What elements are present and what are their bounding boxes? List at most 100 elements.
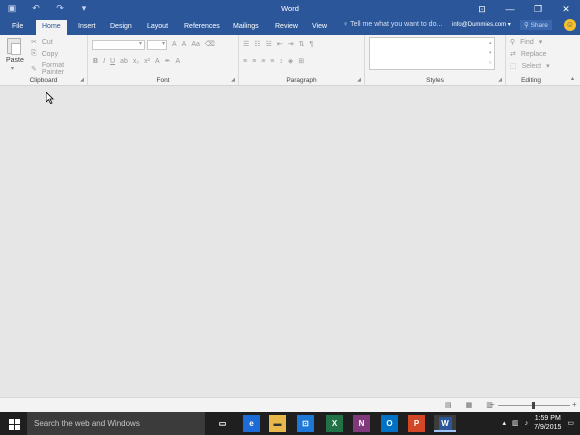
tab-layout[interactable]: Layout xyxy=(141,20,174,35)
copy-button[interactable]: ⎘ Copy xyxy=(31,50,58,58)
excel-icon[interactable]: X xyxy=(326,415,343,432)
clock-time: 1:59 PM xyxy=(534,415,561,422)
paste-button[interactable]: Paste xyxy=(6,57,24,64)
paste-icon[interactable] xyxy=(7,38,21,55)
subscript-icon[interactable]: x₂ xyxy=(133,58,139,65)
styles-gallery[interactable] xyxy=(369,37,495,70)
justify-icon[interactable]: ≡ xyxy=(270,58,274,65)
shading-icon[interactable]: ◈ xyxy=(288,57,293,65)
font-launcher-icon[interactable]: ◢ xyxy=(231,77,235,83)
styles-launcher-icon[interactable]: ◢ xyxy=(498,77,502,83)
clipboard-launcher-icon[interactable]: ◢ xyxy=(80,77,84,83)
tab-review[interactable]: Review xyxy=(269,20,304,35)
decrease-indent-icon[interactable]: ⇤ xyxy=(277,40,283,48)
zoom-in-icon[interactable]: + xyxy=(572,400,577,409)
tab-design[interactable]: Design xyxy=(104,20,138,35)
close-button[interactable]: ✕ xyxy=(552,0,580,18)
grow-font-icon[interactable]: A xyxy=(172,41,177,48)
font-color-icon[interactable]: A xyxy=(175,58,180,65)
paragraph-launcher-icon[interactable]: ◢ xyxy=(357,77,361,83)
tell-me-box[interactable]: ♀ Tell me what you want to do... xyxy=(343,21,442,28)
document-area[interactable] xyxy=(0,86,580,397)
line-spacing-icon[interactable]: ↕ xyxy=(279,58,283,65)
numbering-icon[interactable]: ☷ xyxy=(254,40,260,48)
paste-dropdown-icon[interactable]: ▾ xyxy=(11,65,14,72)
show-hide-icon[interactable]: ¶ xyxy=(309,41,313,48)
borders-icon[interactable]: ⊞ xyxy=(298,57,304,65)
tab-view[interactable]: View xyxy=(306,20,333,35)
minimize-button[interactable]: — xyxy=(496,0,524,18)
select-dropdown-icon: ▾ xyxy=(546,63,550,70)
ribbon-display-options-icon[interactable]: ⊡ xyxy=(468,0,496,18)
select-button[interactable]: ⬚ Select ▾ xyxy=(510,62,550,71)
read-mode-icon[interactable]: ▤ xyxy=(445,401,452,409)
bold-button[interactable]: B xyxy=(93,58,98,65)
highlight-icon[interactable]: ✒ xyxy=(165,57,171,65)
tab-references[interactable]: References xyxy=(178,20,226,35)
taskbar-search-box[interactable]: Search the web and Windows xyxy=(27,412,205,435)
change-case-icon[interactable]: Aa xyxy=(191,41,200,48)
sort-icon[interactable]: ⇅ xyxy=(299,40,305,48)
share-button[interactable]: ⚲ Share xyxy=(520,20,552,30)
tab-mailings[interactable]: Mailings xyxy=(227,20,265,35)
feedback-smiley-icon[interactable]: ☺ xyxy=(564,19,576,31)
group-paragraph: ☰ ☷ ☱ ⇤ ⇥ ⇅ ¶ ≡ ≡ ≡ ≡ ↕ ◈ ⊞ Paragraph ◢ xyxy=(239,35,365,86)
zoom-slider-thumb[interactable] xyxy=(532,402,535,409)
find-button[interactable]: ⚲ Find ▾ xyxy=(510,38,542,47)
account-name[interactable]: info@Dummies.com ▾ xyxy=(452,21,511,28)
onenote-icon[interactable]: N xyxy=(353,415,370,432)
select-label: Select xyxy=(521,62,542,70)
task-view-icon[interactable]: ▭ xyxy=(214,415,231,432)
show-hidden-icons-icon[interactable]: ▴ xyxy=(502,419,506,427)
paragraph-label: Paragraph xyxy=(286,77,317,84)
clock[interactable]: 1:59 PM 7/9/2015 xyxy=(534,414,561,432)
italic-button[interactable]: I xyxy=(103,58,105,65)
cut-button[interactable]: ✂ Cut xyxy=(31,38,53,47)
font-name-dropdown-icon[interactable]: ▾ xyxy=(139,40,142,47)
windows-taskbar: Search the web and Windows ▭ e ▬ ⊡ X N O… xyxy=(0,412,580,435)
maximize-button[interactable]: ❐ xyxy=(524,0,552,18)
paragraph-row-bottom: ≡ ≡ ≡ ≡ ↕ ◈ ⊞ xyxy=(243,57,304,66)
paragraph-row-top: ☰ ☷ ☱ ⇤ ⇥ ⇅ ¶ xyxy=(243,40,313,49)
group-editing: ⚲ Find ▾ ⇄ Replace ⬚ Select ▾ Editing xyxy=(506,35,556,86)
align-center-icon[interactable]: ≡ xyxy=(252,58,256,65)
align-left-icon[interactable]: ≡ xyxy=(243,58,247,65)
group-font: ▾ ▾ A A Aa ⌫ B I U ab x₂ x² A ✒ A Font ◢ xyxy=(88,35,239,86)
edge-icon[interactable]: e xyxy=(243,415,260,432)
tab-insert[interactable]: Insert xyxy=(72,20,102,35)
notifications-icon[interactable]: ▭ xyxy=(567,419,574,427)
magnifier-icon: ⚲ xyxy=(510,39,516,46)
file-explorer-icon[interactable]: ▬ xyxy=(269,415,286,432)
start-button[interactable] xyxy=(0,412,27,435)
word-taskbar-icon[interactable]: W xyxy=(434,415,456,432)
styles-scroll-icon[interactable]: ▴ ▾ ▿ xyxy=(489,38,492,68)
powerpoint-icon[interactable]: P xyxy=(408,415,425,432)
brush-icon: ✎ xyxy=(31,66,37,73)
align-right-icon[interactable]: ≡ xyxy=(261,58,265,65)
store-icon[interactable]: ⊡ xyxy=(297,415,314,432)
shrink-font-icon[interactable]: A xyxy=(182,41,187,48)
tab-home[interactable]: Home xyxy=(36,20,67,35)
replace-button[interactable]: ⇄ Replace xyxy=(510,50,547,59)
text-effects-icon[interactable]: A xyxy=(155,58,160,65)
underline-button[interactable]: U xyxy=(110,58,115,65)
clear-formatting-icon[interactable]: ⌫ xyxy=(205,40,215,48)
zoom-out-icon[interactable]: − xyxy=(490,400,495,409)
format-painter-label: Format Painter xyxy=(41,62,65,76)
font-name-field[interactable] xyxy=(92,40,145,50)
outlook-icon[interactable]: O xyxy=(381,415,398,432)
print-layout-icon[interactable]: ▦ xyxy=(466,401,473,409)
volume-icon[interactable]: ♪ xyxy=(525,420,529,427)
tab-file[interactable]: File xyxy=(6,20,29,35)
collapse-ribbon-icon[interactable]: ▴ xyxy=(571,75,574,82)
font-label: Font xyxy=(156,77,170,84)
superscript-icon[interactable]: x² xyxy=(144,58,150,65)
strikethrough-icon[interactable]: ab xyxy=(120,58,128,65)
increase-indent-icon[interactable]: ⇥ xyxy=(288,40,294,48)
zoom-slider[interactable] xyxy=(498,402,570,409)
format-painter-button[interactable]: ✎ Format Painter xyxy=(31,62,87,76)
network-icon[interactable]: ▥ xyxy=(512,419,519,427)
multilevel-list-icon[interactable]: ☱ xyxy=(266,40,272,48)
bullets-icon[interactable]: ☰ xyxy=(243,40,249,48)
font-size-dropdown-icon[interactable]: ▾ xyxy=(162,40,165,47)
